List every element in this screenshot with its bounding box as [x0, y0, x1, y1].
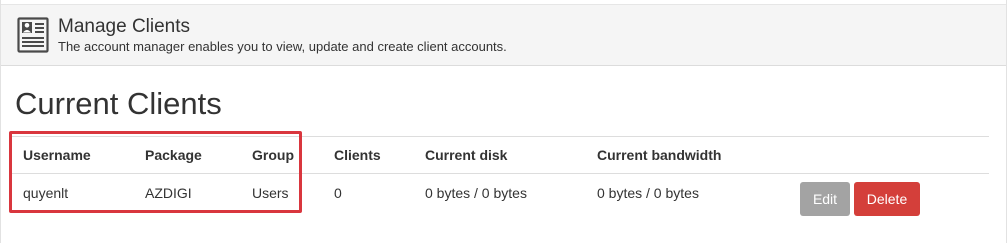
page: Manage Clients The account manager enabl… [0, 0, 1007, 243]
section-title: Current Clients [15, 86, 222, 121]
cell-clients: 0 [334, 185, 342, 201]
page-header: Manage Clients The account manager enabl… [1, 4, 1006, 66]
column-header-package: Package [145, 147, 202, 163]
column-header-clients: Clients [334, 147, 381, 163]
column-header-current-bandwidth: Current bandwidth [597, 147, 722, 163]
edit-button[interactable]: Edit [800, 182, 850, 216]
delete-button[interactable]: Delete [854, 182, 920, 216]
cell-package: AZDIGI [145, 185, 192, 201]
page-description: The account manager enables you to view,… [58, 39, 507, 54]
column-header-current-disk: Current disk [425, 147, 508, 163]
column-header-username: Username [23, 147, 91, 163]
cell-current-disk: 0 bytes / 0 bytes [425, 185, 527, 201]
client-card-icon [17, 17, 49, 53]
cell-group: Users [252, 185, 289, 201]
table-header-row: Username Package Group Clients Current d… [12, 136, 989, 173]
cell-current-bandwidth: 0 bytes / 0 bytes [597, 185, 699, 201]
page-title: Manage Clients [58, 16, 191, 37]
cell-username: quyenlt [23, 185, 69, 201]
column-header-group: Group [252, 147, 294, 163]
